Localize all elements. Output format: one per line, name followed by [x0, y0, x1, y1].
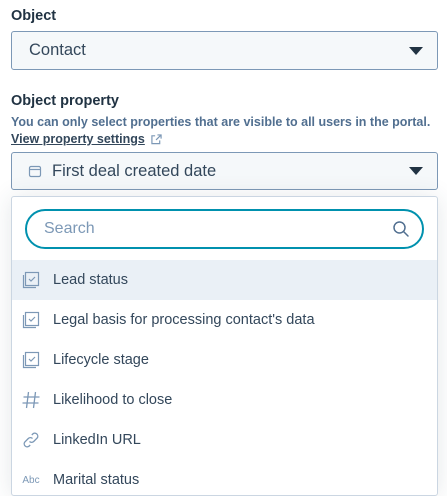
text-icon: Abc	[22, 474, 40, 486]
option-legal-basis[interactable]: Legal basis for processing contact's dat…	[12, 300, 437, 340]
external-link-icon	[151, 133, 162, 144]
option-lead-status[interactable]: Lead status	[12, 260, 437, 300]
option-likelihood-to-close[interactable]: Likelihood to close	[12, 380, 437, 420]
option-label: Likelihood to close	[53, 392, 173, 408]
view-property-settings-link[interactable]: View property settings	[11, 132, 162, 146]
option-lifecycle-stage[interactable]: Lifecycle stage	[12, 340, 437, 380]
object-select[interactable]: Contact	[11, 31, 438, 70]
option-label: Legal basis for processing contact's dat…	[53, 312, 315, 328]
enumeration-icon	[20, 349, 42, 371]
caret-down-icon	[409, 46, 423, 55]
caret-down-icon	[409, 167, 423, 175]
object-select-value: Contact	[29, 41, 86, 59]
option-linkedin-url[interactable]: LinkedIn URL	[12, 420, 437, 460]
object-property-help: You can only select properties that are …	[11, 115, 431, 129]
object-property-label: Object property	[11, 93, 119, 109]
view-property-settings-label: View property settings	[11, 132, 145, 146]
search-icon[interactable]	[392, 220, 410, 238]
option-label: LinkedIn URL	[53, 432, 141, 448]
number-icon	[20, 389, 42, 411]
date-icon	[28, 165, 42, 178]
enumeration-icon	[20, 269, 42, 291]
search-input[interactable]	[42, 219, 376, 239]
object-property-select-value: First deal created date	[52, 161, 217, 180]
object-property-select[interactable]: First deal created date	[11, 152, 438, 190]
link-icon	[20, 429, 42, 451]
search-field[interactable]	[25, 209, 424, 249]
option-label: Lead status	[53, 272, 128, 288]
property-dropdown: Lead status Legal basis for processing c…	[11, 196, 438, 496]
option-label: Lifecycle stage	[53, 352, 149, 368]
enumeration-icon	[20, 309, 42, 331]
object-label: Object	[11, 8, 57, 24]
option-marital-status[interactable]: Abc Marital status	[12, 460, 437, 495]
